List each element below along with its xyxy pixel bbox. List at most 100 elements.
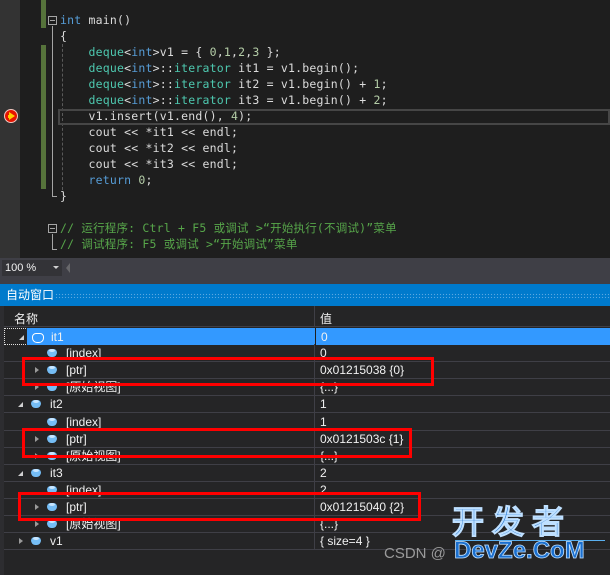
code-token: int — [60, 13, 82, 27]
code-token: { — [60, 29, 68, 43]
variable-name: it3 — [50, 465, 63, 480]
selection-highlight — [27, 328, 610, 345]
column-header-name[interactable]: 名称 — [14, 310, 38, 327]
code-line[interactable]: deque<int>::iterator it1 = v1.begin(); — [60, 60, 360, 76]
autos-column-header: 名称 值 — [4, 306, 610, 327]
variable-object-icon — [47, 417, 58, 427]
zoom-level-dropdown[interactable]: 100 % — [2, 260, 62, 276]
code-token: >v1 = { — [152, 45, 210, 59]
code-token: 3 — [252, 45, 260, 59]
code-line[interactable]: return 0; — [60, 172, 153, 188]
code-line[interactable]: deque<int>::iterator it2 = v1.begin() + … — [60, 76, 388, 92]
column-divider — [315, 328, 316, 346]
code-token: // 调试程序: F5 或调试 >“开始调试”菜单 — [60, 237, 298, 251]
variable-value[interactable]: 0 — [321, 330, 328, 345]
csdn-watermark: CSDN @ — [384, 545, 446, 562]
code-line[interactable]: cout << *it3 << endl; — [60, 156, 238, 172]
code-token: iterator — [174, 61, 231, 75]
code-line[interactable]: int main() — [60, 12, 131, 28]
code-token: >:: — [152, 61, 174, 75]
drag-grip[interactable] — [55, 293, 610, 298]
code-line[interactable]: deque<int>::iterator it3 = v1.begin() + … — [60, 92, 388, 108]
code-token: deque — [88, 77, 125, 91]
code-token: ; — [380, 77, 388, 91]
scroll-left-icon[interactable] — [66, 263, 70, 273]
code-token: iterator — [174, 93, 231, 107]
variable-object-icon — [32, 332, 44, 343]
column-divider — [314, 395, 315, 414]
collapse-comment-icon[interactable] — [48, 224, 57, 233]
annotation-box-it1-ptr — [22, 357, 434, 386]
code-token: int — [131, 93, 153, 107]
code-token: >:: — [152, 77, 174, 91]
breakpoint-current-statement-icon[interactable] — [4, 109, 18, 123]
code-editor[interactable]: int main(){ deque<int>v1 = { 0,1,2,3 }; … — [0, 0, 610, 258]
code-token: return — [88, 173, 132, 187]
fold-guide-end — [52, 249, 57, 250]
code-token: deque — [88, 61, 125, 75]
variable-name: it1 — [51, 330, 64, 344]
collapsed-triangle-icon[interactable] — [35, 521, 39, 528]
column-divider — [314, 463, 315, 482]
code-token: 2 — [373, 93, 381, 107]
code-line[interactable]: // 调试程序: F5 或调试 >“开始调试”菜单 — [60, 236, 298, 252]
variable-name: v1 — [50, 534, 63, 549]
code-line[interactable]: deque<int>v1 = { 0,1,2,3 }; — [60, 44, 281, 60]
code-token: main() — [81, 13, 132, 27]
code-token: // 运行程序: Ctrl + F5 或调试 >“开始执行(不调试)”菜单 — [60, 221, 397, 235]
autos-row-it1[interactable]: it1 0 — [4, 328, 610, 346]
line-gutter — [20, 0, 40, 258]
variable-value[interactable]: { size=4 } — [320, 534, 370, 549]
code-token: int — [131, 61, 153, 75]
code-token: it2 = v1.begin() + — [231, 77, 374, 91]
code-line[interactable]: v1.insert(v1.end(), 4); — [60, 108, 252, 124]
variable-name: it2 — [50, 397, 63, 412]
devze-watermark-cn: 开发者 — [451, 504, 573, 540]
collapse-main-icon[interactable] — [48, 16, 57, 25]
code-line[interactable]: cout << *it1 << endl; — [60, 124, 238, 140]
code-token: 0 — [138, 173, 146, 187]
autos-window-titlebar[interactable]: 自动窗口 — [0, 284, 610, 306]
fold-guide-end — [52, 196, 57, 197]
code-token: cout << *it2 << endl; — [60, 141, 239, 155]
code-token: } — [60, 189, 68, 203]
chevron-down-icon — [53, 266, 59, 269]
devze-watermark-en: DevZe.CoM — [454, 537, 585, 564]
code-token: cout << *it3 << endl; — [60, 157, 239, 171]
autos-row-it3[interactable]: it3 2 — [4, 463, 610, 482]
code-token: ; — [145, 173, 153, 187]
collapsed-triangle-icon[interactable] — [19, 538, 23, 545]
autos-window-title: 自动窗口 — [6, 288, 55, 302]
code-line[interactable]: cout << *it2 << endl; — [60, 140, 238, 156]
code-token: v1.insert(v1.end(), — [60, 109, 231, 123]
editor-status-bar: 100 % — [0, 258, 610, 278]
zoom-level-value: 100 % — [5, 262, 37, 274]
code-token: }; — [259, 45, 281, 59]
expanded-triangle-icon[interactable] — [19, 335, 24, 340]
variable-value[interactable]: 2 — [320, 466, 327, 481]
code-line[interactable]: { — [60, 28, 67, 44]
variable-value[interactable]: 1 — [320, 397, 327, 412]
annotation-box-it2-ptr — [22, 428, 412, 458]
code-line[interactable]: // 运行程序: Ctrl + F5 或调试 >“开始执行(不调试)”菜单 — [60, 220, 397, 236]
code-line[interactable]: } — [60, 188, 67, 204]
column-divider[interactable] — [314, 306, 315, 327]
expanded-triangle-icon[interactable] — [18, 470, 23, 476]
breakpoint-gutter[interactable] — [0, 0, 20, 258]
fold-guide — [52, 234, 53, 249]
code-token: it3 = v1.begin() + — [231, 93, 374, 107]
expanded-triangle-icon[interactable] — [18, 402, 23, 408]
autos-row-it2[interactable]: it2 1 — [4, 395, 610, 414]
column-divider — [314, 532, 315, 551]
column-header-value[interactable]: 值 — [320, 310, 332, 327]
code-token: deque — [88, 93, 125, 107]
code-token: int — [131, 77, 153, 91]
variable-object-icon — [31, 399, 42, 409]
fold-guide — [52, 26, 53, 196]
change-indicator — [41, 0, 46, 28]
